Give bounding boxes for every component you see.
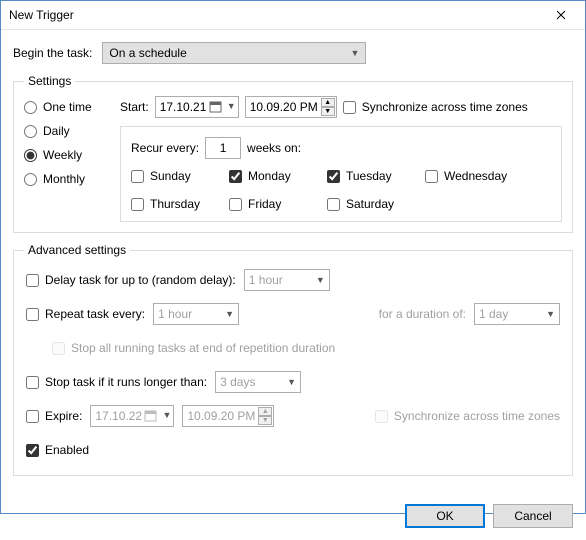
freq-daily[interactable]: Daily: [24, 124, 110, 138]
day-thursday[interactable]: Thursday: [131, 197, 211, 211]
new-trigger-dialog: New Trigger Begin the task: On a schedul…: [0, 0, 586, 514]
stop-all-check: Stop all running tasks at end of repetit…: [52, 341, 335, 355]
time-spinner[interactable]: ▲▼: [321, 98, 335, 116]
begin-task-value: On a schedule: [109, 46, 186, 60]
begin-task-label: Begin the task:: [13, 46, 92, 60]
settings-legend: Settings: [24, 74, 75, 88]
time-spinner[interactable]: ▲▼: [258, 407, 272, 425]
chevron-down-icon: ▼: [227, 101, 236, 111]
chevron-down-icon: ▼: [287, 377, 296, 387]
chevron-down-icon: ▼: [225, 309, 234, 319]
repeat-check[interactable]: Repeat task every:: [26, 307, 145, 321]
settings-group: Settings One time Daily Weekly Monthly: [13, 74, 573, 233]
day-monday[interactable]: Monday: [229, 169, 309, 183]
close-icon: [556, 10, 566, 20]
window-title: New Trigger: [9, 8, 539, 22]
titlebar: New Trigger: [1, 1, 585, 30]
expire-date-input[interactable]: 17.10.22 ▼: [90, 405, 174, 427]
cancel-button[interactable]: Cancel: [493, 504, 573, 528]
start-label: Start:: [120, 100, 149, 114]
delay-check[interactable]: Delay task for up to (random delay):: [26, 273, 236, 287]
recur-value-input[interactable]: 1: [205, 137, 241, 159]
ok-button[interactable]: OK: [405, 504, 485, 528]
day-tuesday[interactable]: Tuesday: [327, 169, 407, 183]
day-wednesday[interactable]: Wednesday: [425, 169, 507, 183]
stop-if-check[interactable]: Stop task if it runs longer than:: [26, 375, 207, 389]
sync-timezones-check[interactable]: Synchronize across time zones: [343, 100, 528, 114]
recur-label-suffix: weeks on:: [247, 141, 301, 155]
repeat-duration-select[interactable]: 1 day▼: [474, 303, 560, 325]
close-button[interactable]: [539, 1, 583, 29]
dialog-footer: OK Cancel: [1, 494, 585, 540]
repeat-value-select[interactable]: 1 hour▼: [153, 303, 239, 325]
day-saturday[interactable]: Saturday: [327, 197, 407, 211]
recur-panel: Recur every: 1 weeks on: Sunday Monday T…: [120, 126, 562, 222]
chevron-down-icon: ▼: [162, 410, 171, 420]
begin-task-combo[interactable]: On a schedule ▼: [102, 42, 366, 64]
recur-label-prefix: Recur every:: [131, 141, 199, 155]
calendar-icon: [144, 409, 157, 422]
expire-time-input[interactable]: 10.09.20 PM ▲▼: [182, 405, 274, 427]
start-time-input[interactable]: 10.09.20 PM ▲▼: [245, 96, 337, 118]
freq-one-time[interactable]: One time: [24, 100, 110, 114]
chevron-down-icon: ▼: [316, 275, 325, 285]
chevron-down-icon: ▼: [350, 48, 359, 58]
freq-weekly[interactable]: Weekly: [24, 148, 110, 162]
freq-monthly[interactable]: Monthly: [24, 172, 110, 186]
day-sunday[interactable]: Sunday: [131, 169, 211, 183]
stop-if-value-select[interactable]: 3 days▼: [215, 371, 301, 393]
start-date-input[interactable]: 17.10.21 ▼: [155, 96, 239, 118]
expire-sync-check: Synchronize across time zones: [375, 409, 560, 423]
advanced-group: Advanced settings Delay task for up to (…: [13, 243, 573, 476]
expire-check[interactable]: Expire:: [26, 409, 82, 423]
day-friday[interactable]: Friday: [229, 197, 309, 211]
chevron-down-icon: ▼: [546, 309, 555, 319]
delay-value-select[interactable]: 1 hour▼: [244, 269, 330, 291]
repeat-duration-label: for a duration of:: [379, 307, 466, 321]
calendar-icon: [209, 100, 222, 113]
enabled-check[interactable]: Enabled: [26, 443, 89, 457]
advanced-legend: Advanced settings: [24, 243, 130, 257]
